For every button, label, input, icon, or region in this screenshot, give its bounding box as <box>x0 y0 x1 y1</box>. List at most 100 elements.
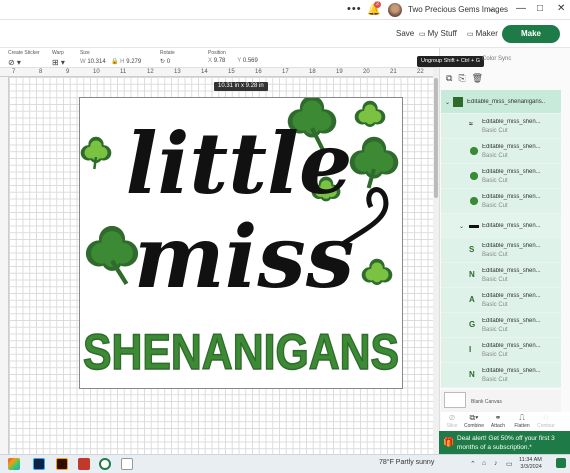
layer-thumbnail: N <box>469 370 475 379</box>
layer-operation: Basic Cut <box>482 352 508 358</box>
warp-icon: ⊞ ▾ <box>52 58 65 67</box>
make-button[interactable]: Make <box>502 25 560 43</box>
layer-operation: Basic Cut <box>482 377 508 383</box>
ruler-tick-label: 17 <box>282 69 289 75</box>
volume-icon[interactable]: ♪ <box>494 460 498 467</box>
network-icon[interactable]: ⌂ <box>482 460 486 467</box>
layer-group[interactable]: ⌄ Editable_miss_shen... <box>441 214 561 238</box>
layer-item[interactable]: Editable_miss_shen... Basic Cut <box>441 164 561 189</box>
layer-thumbnail: I <box>469 345 472 354</box>
layer-name: Editable_miss_shen... <box>482 293 541 299</box>
layer-name: Editable_miss_shenanigans... <box>467 99 545 105</box>
create-sticker-tool[interactable]: Create Sticker ⊘ ▾ <box>8 50 40 67</box>
ruler-tick-label: 22 <box>417 69 424 75</box>
layer-item[interactable]: Editable_miss_shen... Basic Cut <box>441 189 561 214</box>
attach-label: Attach <box>490 423 506 429</box>
layer-thumbnail: N <box>469 270 475 279</box>
sticker-icon: ⊘ ▾ <box>8 58 21 67</box>
close-button[interactable]: ✕ <box>557 3 565 14</box>
layer-item[interactable]: S Editable_miss_shen... Basic Cut <box>441 238 561 263</box>
save-button[interactable]: Save <box>396 29 414 38</box>
battery-icon[interactable]: ▭ <box>506 460 513 468</box>
app-icon-red[interactable] <box>78 458 90 470</box>
flatten-icon: ⎍ <box>519 413 525 422</box>
windows-taskbar: 78°F Partly sunny ⌃ ⌂ ♪ ▭ 11:34 AM 3/3/20… <box>0 454 570 473</box>
flatten-label: Flatten <box>514 423 530 429</box>
slice-button[interactable]: ⊘ Slice <box>441 413 463 429</box>
layer-item[interactable]: A Editable_miss_shen... Basic Cut <box>441 288 561 313</box>
ruler-tick-label: 12 <box>147 69 154 75</box>
scrollbar-thumb[interactable] <box>434 78 438 198</box>
ruler-tick-label: 21 <box>390 69 397 75</box>
rotate-input[interactable]: 0 <box>167 59 170 65</box>
layer-name: Editable_miss_shen... <box>482 343 541 349</box>
color-sync-tab[interactable]: Color Sync <box>482 56 511 62</box>
cricut-icon[interactable] <box>99 458 111 470</box>
duplicate-icon[interactable]: ⎘ <box>458 73 465 83</box>
layer-name: Editable_miss_shen... <box>482 194 541 200</box>
attach-button[interactable]: ⚭ Attach <box>487 413 509 429</box>
x-input[interactable]: 9.78 <box>214 58 236 64</box>
weather-widget[interactable]: 78°F Partly sunny <box>379 459 434 466</box>
deal-banner[interactable]: 🎁 Deal alert! Get 50% off your first 3 m… <box>439 431 570 454</box>
avatar[interactable] <box>388 3 402 17</box>
size-group: Size W 10.314 🔒 H 9.279 <box>80 50 141 65</box>
layer-item[interactable]: Editable_miss_shen... Basic Cut <box>441 139 561 164</box>
chevron-up-icon[interactable]: ⌃ <box>470 460 476 468</box>
layer-name: Editable_miss_shen... <box>482 119 541 125</box>
width-input[interactable]: 10.314 <box>87 59 109 65</box>
layer-group[interactable]: ⌄ Editable_miss_shenanigans... <box>441 90 561 114</box>
layer-thumbnail <box>453 97 463 107</box>
y-input[interactable]: 0.569 <box>243 58 258 64</box>
ungroup-icon[interactable]: ⧉ <box>446 73 452 83</box>
ruler-tick-label: 14 <box>201 69 208 75</box>
layer-item[interactable]: N Editable_miss_shen... Basic Cut <box>441 263 561 288</box>
lock-icon[interactable]: 🔒 <box>111 59 118 65</box>
combine-icon: ⧉▾ <box>469 413 479 422</box>
my-stuff-label: My Stuff <box>427 29 457 38</box>
warp-tool[interactable]: Warp ⊞ ▾ <box>52 50 65 67</box>
machine-select[interactable]: ▭ Maker <box>467 29 498 38</box>
my-stuff-button[interactable]: ▭ My Stuff <box>419 29 457 38</box>
blank-canvas-layer[interactable]: Blank Canvas <box>441 390 561 412</box>
app-icon-gallery[interactable] <box>8 458 20 470</box>
combine-button[interactable]: ⧉▾ Combine <box>463 413 485 429</box>
layer-operation: Basic Cut <box>482 277 508 283</box>
chevron-down-icon[interactable]: ⌄ <box>459 223 464 230</box>
layer-item[interactable]: N Editable_miss_shen... Basic Cut <box>441 363 561 388</box>
more-icon[interactable]: ••• <box>347 3 362 15</box>
photoshop-icon[interactable] <box>33 458 45 470</box>
chevron-down-icon[interactable]: ⌄ <box>445 99 450 106</box>
restore-button[interactable]: □ <box>537 3 543 14</box>
chevron-down-icon[interactable]: ⌄ <box>488 4 495 13</box>
ruler-tick-label: 11 <box>120 69 127 75</box>
slice-label: Slice <box>446 423 458 429</box>
combine-label: Combine <box>463 423 484 429</box>
size-label: Size <box>80 50 90 56</box>
ruler-tick-label: 15 <box>228 69 235 75</box>
selection-box[interactable] <box>79 97 403 389</box>
warp-label: Warp <box>52 50 64 56</box>
illustrator-icon[interactable] <box>56 458 68 470</box>
notification-center-icon[interactable] <box>556 458 566 468</box>
blank-canvas-label: Blank Canvas <box>471 399 502 405</box>
height-input[interactable]: 9.279 <box>126 59 141 65</box>
ungroup-tooltip: Ungroup Shift + Ctrl + G <box>417 56 484 67</box>
date-text: 3/3/2024 <box>520 464 542 470</box>
clock[interactable]: 11:34 AM 3/3/2024 <box>519 457 542 471</box>
layer-operation: Basic Cut <box>482 302 508 308</box>
layer-thumbnail <box>469 225 479 228</box>
contour-button[interactable]: ◌ Contour <box>535 413 557 429</box>
position-group: Position X 9.78 Y 0.569 <box>208 50 258 64</box>
flatten-button[interactable]: ⎍ Flatten <box>511 413 533 429</box>
minimize-button[interactable]: — <box>516 3 526 14</box>
app-icon-window[interactable] <box>121 458 133 470</box>
title-bar: ••• 🔔 2 Two Precious Gems Images ⌄ — □ ✕ <box>0 0 570 20</box>
trash-icon[interactable]: 🗑 <box>472 73 483 83</box>
layer-item[interactable]: ≈ Editable_miss_shen... Basic Cut <box>441 114 561 139</box>
layer-name: Editable_miss_shen... <box>482 268 541 274</box>
layer-item[interactable]: G Editable_miss_shen... Basic Cut <box>441 313 561 338</box>
layer-item[interactable]: I Editable_miss_shen... Basic Cut <box>441 338 561 363</box>
deal-text: Deal alert! Get 50% off your first 3 mon… <box>457 435 555 451</box>
ruler-tick-label: 9 <box>66 69 70 75</box>
